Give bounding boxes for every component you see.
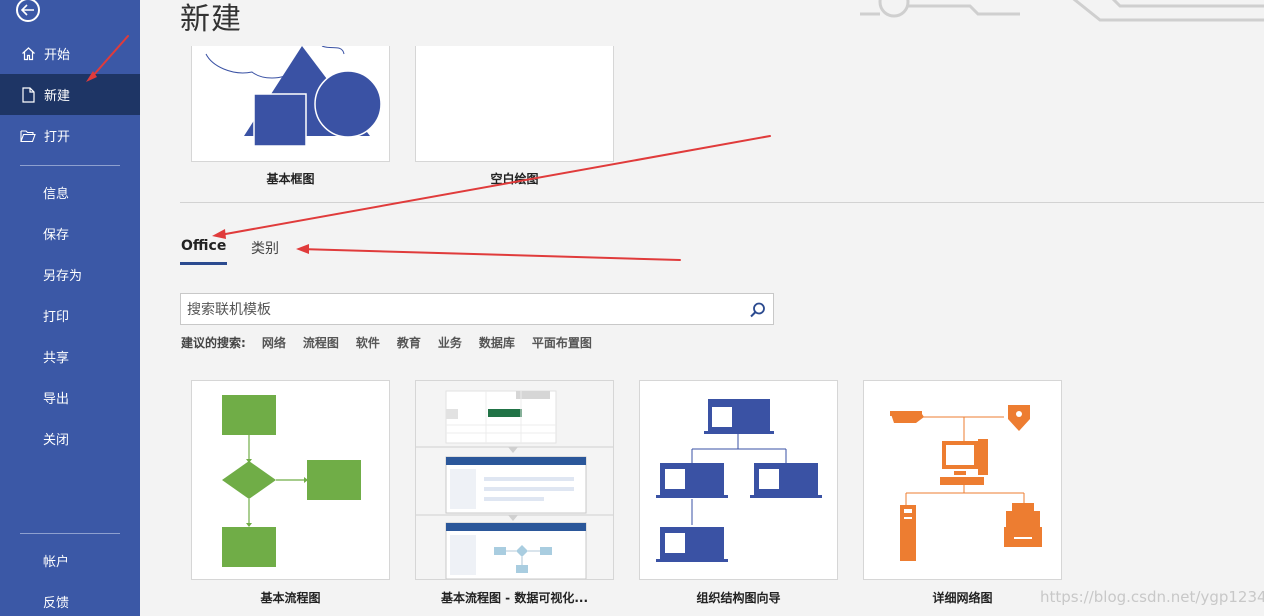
backstage-sidebar: 开始 新建 打开 信息 保存 另存为 打印 共享 导出 关闭 帐户 反馈 [0, 0, 140, 616]
nav-share-label: 共享 [43, 351, 70, 366]
nav-account-label: 帐户 [43, 555, 70, 570]
nav-account[interactable]: 帐户 [0, 540, 140, 581]
circuit-decoration [860, 0, 1264, 22]
folder-open-icon [20, 128, 36, 144]
suggestion-network[interactable]: 网络 [262, 334, 286, 351]
nav-close-label: 关闭 [43, 433, 70, 448]
suggested-searches: 建议的搜索: 网络 流程图 软件 教育 业务 数据库 平面布置图 [181, 334, 609, 351]
basic-flowchart-thumbnail [222, 395, 361, 567]
section-separator [180, 202, 1264, 203]
nav-open[interactable]: 打开 [0, 115, 140, 156]
home-icon [20, 46, 36, 62]
template-basic-block-diagram-label: 基本框图 [266, 172, 315, 186]
nav-feedback[interactable]: 反馈 [0, 581, 140, 616]
template-basic-block-diagram[interactable] [191, 45, 390, 162]
nav-save-as[interactable]: 另存为 [0, 254, 140, 295]
main-content: 新建 基本框图 空白绘图 Office 类别 搜索联机模板 建议的搜索: 网络 … [140, 0, 1264, 616]
nav-export[interactable]: 导出 [0, 377, 140, 418]
tab-office[interactable]: Office [181, 238, 226, 254]
template-blank-drawing-label: 空白绘图 [490, 172, 539, 186]
suggestion-database[interactable]: 数据库 [479, 334, 515, 351]
suggestion-flowchart[interactable]: 流程图 [303, 334, 339, 351]
back-arrow-icon[interactable] [16, 0, 40, 22]
page-title: 新建 [180, 2, 242, 37]
suggested-searches-label: 建议的搜索: [181, 336, 246, 350]
template-org-chart-wizard-label: 组织结构图向导 [696, 591, 781, 605]
network-diagram-thumbnail [890, 405, 1042, 561]
nav-open-label: 打开 [44, 130, 71, 145]
suggestion-business[interactable]: 业务 [438, 334, 462, 351]
tab-office-underline [180, 262, 227, 265]
nav-print-label: 打印 [43, 310, 70, 325]
template-detailed-network-diagram[interactable] [863, 380, 1062, 580]
template-detailed-network-diagram-label: 详细网络图 [932, 591, 993, 605]
nav-new-label: 新建 [44, 89, 71, 104]
tab-categories[interactable]: 类别 [251, 238, 279, 258]
data-visualizer-thumbnail [416, 381, 613, 580]
watermark: https://blog.csdn.net/ygp12345 [1040, 588, 1264, 606]
nav-divider [20, 165, 120, 166]
search-box [180, 293, 774, 325]
template-org-chart-wizard[interactable] [639, 380, 838, 580]
suggestion-software[interactable]: 软件 [356, 334, 380, 351]
nav-home-label: 开始 [44, 48, 71, 63]
nav-save-as-label: 另存为 [43, 269, 83, 284]
nav-info[interactable]: 信息 [0, 172, 140, 213]
nav-close[interactable]: 关闭 [0, 418, 140, 459]
nav-feedback-label: 反馈 [43, 596, 70, 611]
template-flowchart-data-visualizer[interactable] [415, 380, 614, 580]
nav-info-label: 信息 [43, 187, 70, 202]
search-input[interactable] [187, 300, 737, 320]
org-chart-thumbnail [656, 399, 822, 562]
search-icon[interactable] [749, 301, 767, 319]
basic-block-diagram-thumbnail [205, 45, 382, 147]
template-basic-flowchart-label: 基本流程图 [260, 591, 321, 605]
nav-export-label: 导出 [43, 392, 70, 407]
template-blank-drawing[interactable] [415, 46, 614, 162]
template-flowchart-data-visualizer-label: 基本流程图 - 数据可视化... [440, 591, 588, 605]
nav-save-label: 保存 [43, 228, 70, 243]
nav-new[interactable]: 新建 [0, 74, 140, 115]
new-file-icon [20, 86, 36, 103]
nav-share[interactable]: 共享 [0, 336, 140, 377]
suggestion-education[interactable]: 教育 [397, 334, 421, 351]
suggestion-floor-plan[interactable]: 平面布置图 [532, 334, 592, 351]
nav-print[interactable]: 打印 [0, 295, 140, 336]
nav-home[interactable]: 开始 [0, 33, 140, 74]
nav-save[interactable]: 保存 [0, 213, 140, 254]
nav-divider-bottom [20, 533, 120, 534]
template-basic-flowchart[interactable] [191, 380, 390, 580]
